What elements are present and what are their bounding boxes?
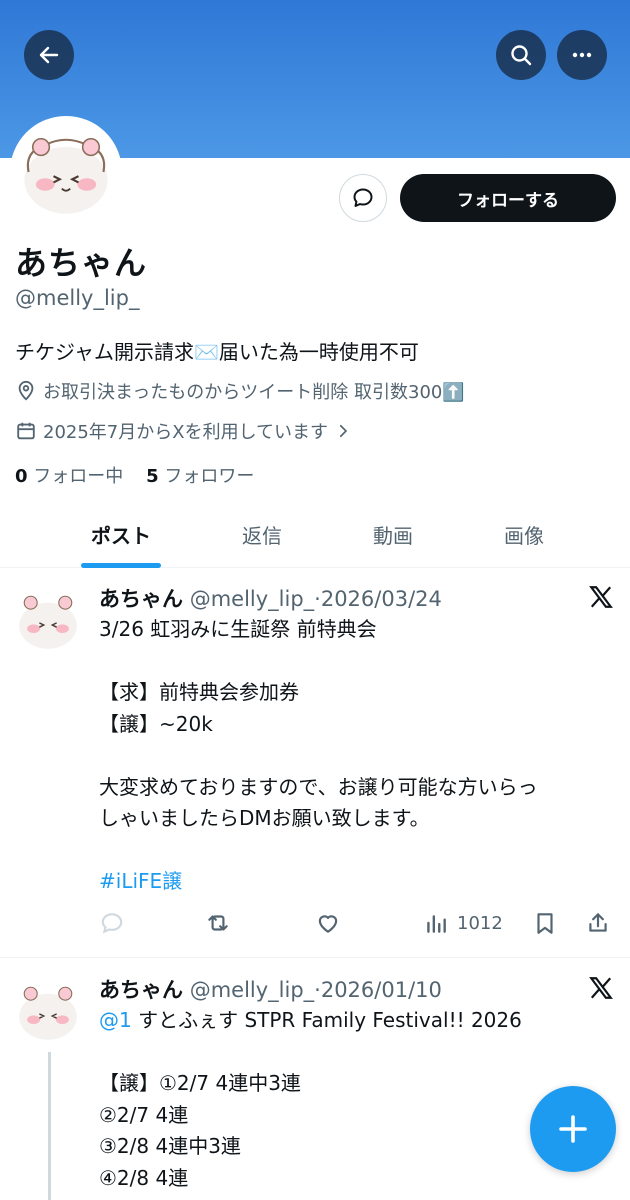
profile-tabs: ポスト 返信 動画 画像 [0, 500, 630, 568]
profile-bio: チケジャム開示請求✉️届いた為一時使用不可 [15, 340, 419, 364]
post-line: 大変求めておりますので、お譲り可能な方いらっ [99, 774, 538, 799]
post-header: あちゃん @melly_lip_·2026/03/24 [99, 583, 442, 613]
post-line [99, 835, 538, 867]
bookmark-button[interactable] [532, 905, 558, 941]
post-meta: @melly_lip_·2026/03/24 [189, 587, 442, 611]
post-divider [0, 957, 630, 958]
post-line [99, 740, 538, 772]
location-text: お取引決まったものからツイート削除 取引数300⬆️ [43, 382, 465, 403]
post-avatar[interactable] [12, 584, 84, 656]
tab-replies[interactable]: 返信 [192, 500, 332, 568]
active-tab-indicator [81, 563, 161, 568]
search-button[interactable] [496, 30, 546, 80]
post-body: @1 すとふぇす STPR Family Festival!! 2026 【譲】… [99, 1005, 522, 1194]
avatar-image [12, 975, 84, 1047]
post-author-name[interactable]: あちゃん [99, 587, 183, 611]
more-icon [572, 52, 592, 58]
following-count: 0 [15, 466, 28, 487]
follow-button[interactable]: フォローする [400, 174, 616, 222]
profile-handle: @melly_lip_ [15, 286, 140, 310]
x-logo-icon [589, 977, 613, 999]
profile-joined[interactable]: 2025年7月からXを利用しています [15, 418, 352, 444]
x-logo-icon [589, 586, 613, 608]
message-button[interactable] [339, 174, 387, 222]
tab-media[interactable]: 画像 [454, 500, 594, 568]
post-line: 3/26 虹羽みに生誕祭 前特典会 [99, 617, 377, 641]
post-line [99, 646, 538, 678]
compose-plus-icon [559, 1115, 587, 1143]
post-meta: @melly_lip_·2026/01/10 [189, 978, 442, 1002]
avatar-image [12, 584, 84, 656]
share-button[interactable] [585, 905, 611, 941]
location-pin-icon [18, 380, 34, 401]
post-line: ④2/8 4連 [99, 1165, 189, 1190]
post-mention[interactable]: @1 [99, 1008, 132, 1032]
back-button[interactable] [24, 30, 74, 80]
following-label: フォロー中 [33, 466, 124, 487]
repost-icon [208, 915, 228, 931]
followers-count: 5 [146, 466, 159, 487]
post-body: 3/26 虹羽みに生誕祭 前特典会 【求】前特典会参加券 【譲】~20k 大変求… [99, 614, 538, 898]
message-icon [353, 188, 373, 207]
post-header: あちゃん @melly_lip_·2026/01/10 [99, 974, 442, 1004]
reply-button[interactable] [99, 905, 125, 941]
post-line: @1 すとふぇす STPR Family Festival!! 2026 [99, 1005, 522, 1037]
post-line: 【求】前特典会参加券 [99, 680, 299, 704]
profile-location: お取引決まったものからツイート削除 取引数300⬆️ [15, 378, 465, 404]
post-line [99, 1037, 522, 1069]
share-icon [589, 913, 607, 932]
thread-line [48, 1052, 51, 1200]
calendar-icon [17, 422, 35, 440]
views-button[interactable]: 1012 [423, 905, 503, 941]
like-icon [318, 915, 338, 933]
tab-videos[interactable]: 動画 [323, 500, 463, 568]
reply-icon [101, 913, 123, 934]
post-line-text: すとふぇす STPR Family Festival!! 2026 [131, 1008, 522, 1032]
avatar-image [14, 120, 118, 224]
post-line: しゃいましたらDMお願い致します。 [99, 806, 430, 830]
chevron-right-icon [339, 424, 348, 438]
post-line: 【譲】~20k [99, 711, 213, 736]
post-avatar[interactable] [12, 975, 84, 1047]
like-button[interactable] [315, 905, 341, 941]
followers-link[interactable]: 5 フォロワー [146, 466, 254, 487]
post-line: ③2/8 4連中3連 [99, 1134, 241, 1158]
back-arrow-icon [39, 46, 59, 64]
post-author-name[interactable]: あちゃん [99, 978, 183, 1002]
post-line: 【譲】①2/7 4連中3連 [99, 1071, 301, 1095]
tab-posts[interactable]: ポスト [51, 500, 191, 568]
repost-button[interactable] [205, 905, 231, 941]
compose-button[interactable] [530, 1086, 616, 1172]
search-icon [511, 45, 532, 66]
bookmark-icon [537, 913, 553, 934]
followers-label: フォロワー [164, 466, 255, 487]
post-hashtag[interactable]: #iLiFE譲 [99, 866, 538, 898]
views-count: 1012 [457, 912, 503, 934]
post-actions: 1012 [99, 905, 619, 941]
profile-avatar[interactable] [10, 116, 122, 228]
post-line: ②2/7 4連 [99, 1102, 189, 1127]
following-link[interactable]: 0 フォロー中 [15, 466, 123, 487]
profile-name: あちゃん [15, 244, 148, 282]
views-icon [427, 915, 446, 933]
joined-text: 2025年7月からXを利用しています [43, 422, 329, 443]
follow-counts: 0 フォロー中 5 フォロワー [15, 462, 254, 488]
more-button[interactable] [557, 30, 607, 80]
